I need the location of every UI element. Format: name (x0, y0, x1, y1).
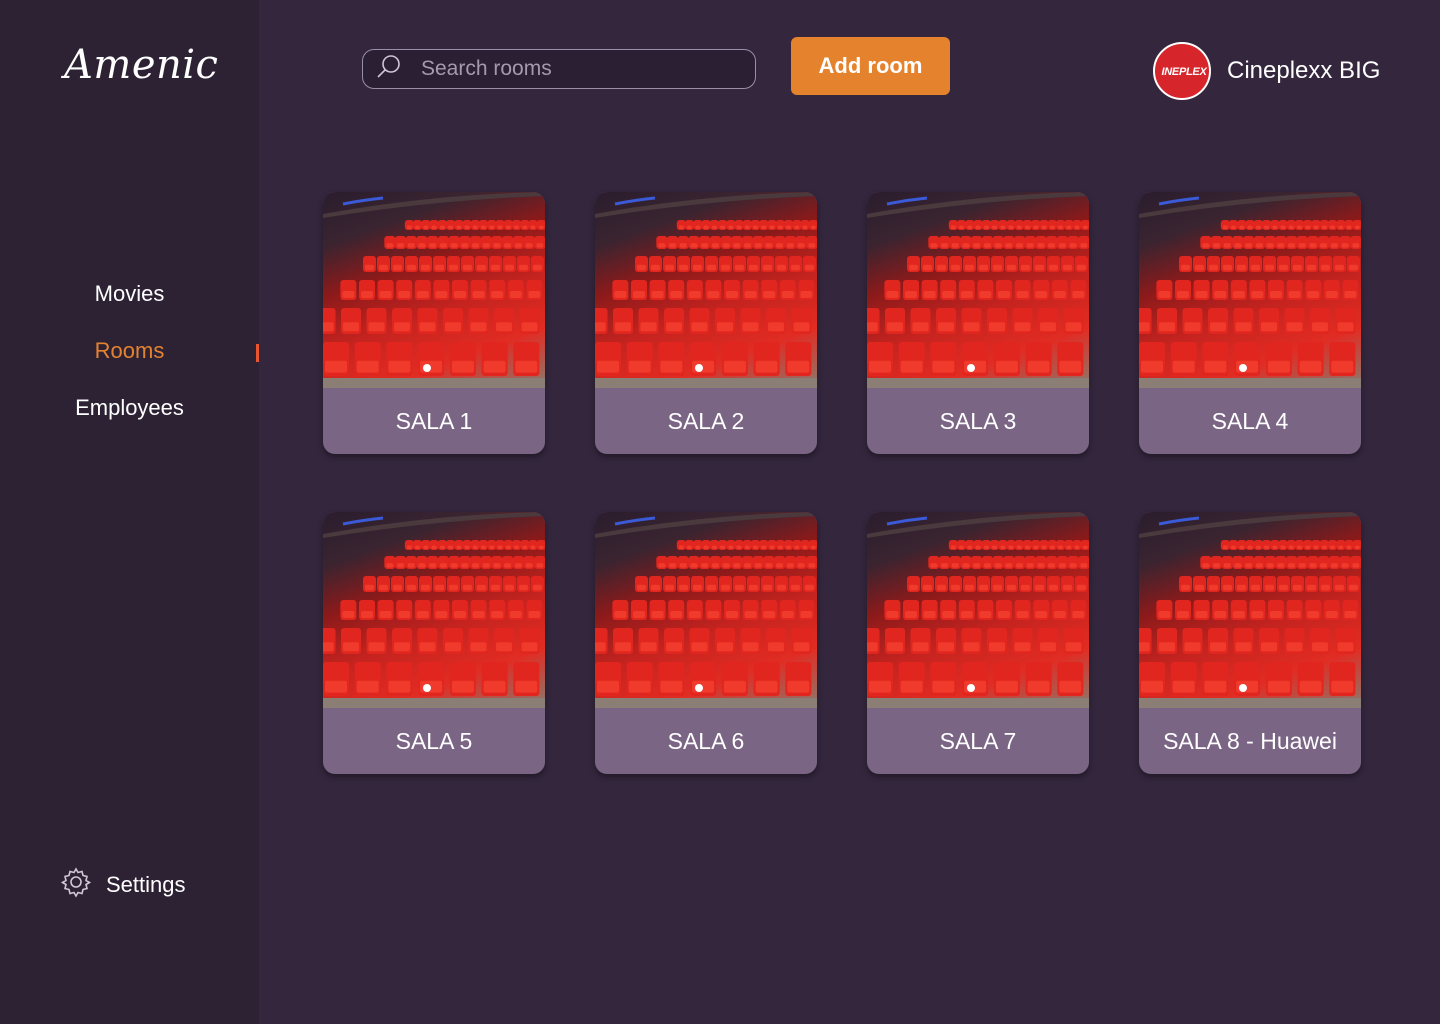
search-input[interactable] (421, 57, 741, 81)
nav-item-movies[interactable]: Movies (0, 281, 259, 338)
profile-name: Cineplexx BIG (1227, 57, 1381, 84)
room-image (1139, 512, 1361, 708)
room-image (595, 192, 817, 388)
cineplexx-logo: INEPLEX (1153, 42, 1211, 100)
room-image (323, 192, 545, 388)
room-card[interactable]: SALA 5 (323, 512, 545, 774)
room-card[interactable]: SALA 6 (595, 512, 817, 774)
room-card[interactable]: SALA 7 (867, 512, 1089, 774)
gear-icon (60, 866, 92, 904)
room-image (867, 192, 1089, 388)
active-indicator (256, 344, 259, 362)
room-card[interactable]: SALA 4 (1139, 192, 1361, 454)
app-logo[interactable]: Amenic (64, 42, 218, 88)
nav-item-label: Movies (94, 281, 165, 306)
settings-link[interactable]: Settings (60, 866, 186, 904)
sidebar: Amenic Movies Rooms Employees Settings (0, 0, 259, 1024)
room-name: SALA 4 (1211, 407, 1289, 434)
search-icon (375, 53, 403, 86)
sidebar-nav: Movies Rooms Employees (0, 281, 259, 452)
room-image (1139, 192, 1361, 388)
room-name: SALA 2 (667, 407, 745, 434)
nav-item-label: Rooms (94, 338, 165, 363)
brand-logo-text: INEPLEX (1161, 66, 1207, 78)
room-card[interactable]: SALA 1 (323, 192, 545, 454)
settings-label: Settings (106, 872, 186, 897)
room-card[interactable]: SALA 3 (867, 192, 1089, 454)
nav-item-rooms[interactable]: Rooms (0, 338, 259, 395)
nav-item-employees[interactable]: Employees (0, 395, 259, 452)
nav-item-label: Employees (75, 395, 184, 420)
room-name: SALA 7 (939, 727, 1017, 754)
room-name: SALA 8 - Huawei (1163, 727, 1337, 754)
room-image (323, 512, 545, 708)
room-name: SALA 1 (395, 407, 473, 434)
add-room-button[interactable]: Add room (791, 37, 950, 95)
room-name: SALA 6 (667, 727, 745, 754)
room-image (595, 512, 817, 708)
room-card[interactable]: SALA 8 - Huawei (1139, 512, 1361, 774)
search-box[interactable] (362, 49, 756, 89)
cinema-profile[interactable]: INEPLEX Cineplexx BIG (1153, 42, 1380, 100)
room-name: SALA 5 (395, 727, 473, 754)
room-name: SALA 3 (939, 407, 1017, 434)
room-image (867, 512, 1089, 708)
room-card[interactable]: SALA 2 (595, 192, 817, 454)
